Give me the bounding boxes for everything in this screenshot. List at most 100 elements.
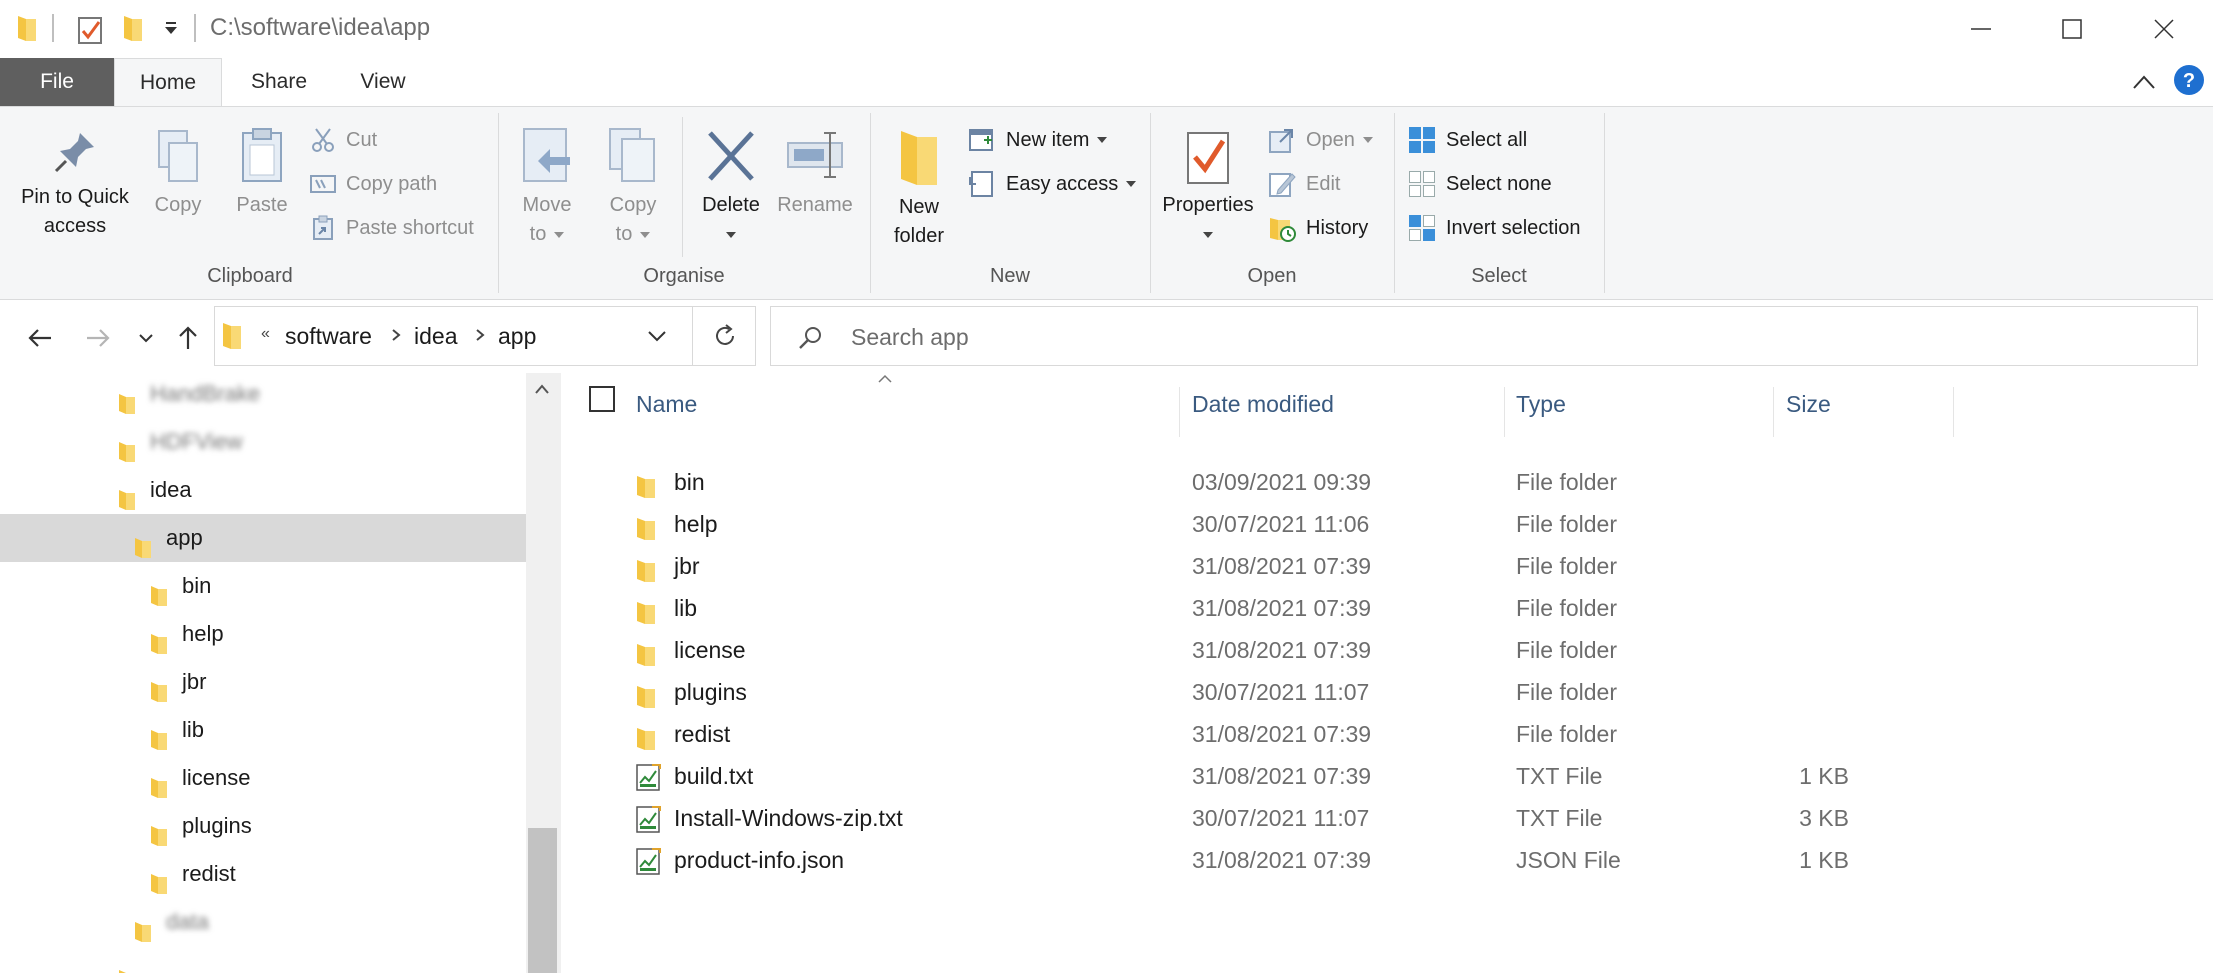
ribbon-tabs: File Home Share View ? — [0, 58, 2213, 107]
nav-scrollbar[interactable] — [526, 373, 559, 973]
delete-button[interactable]: Delete — [690, 127, 772, 249]
nav-item-hdfview[interactable]: HDFView — [0, 418, 526, 466]
new-folder-quick-icon[interactable] — [122, 14, 144, 47]
properties-button[interactable]: Properties — [1156, 127, 1260, 249]
file-row-bin[interactable]: bin 03/09/2021 09:39 File folder — [561, 461, 2213, 503]
paste-shortcut-button[interactable]: Paste shortcut — [310, 211, 474, 245]
nav-item-plugins[interactable]: plugins — [0, 802, 526, 850]
file-name[interactable]: build.txt — [674, 755, 753, 797]
minimize-button[interactable] — [1934, 0, 2028, 58]
tab-share[interactable]: Share — [232, 58, 326, 106]
forward-button[interactable] — [80, 320, 116, 356]
close-button[interactable] — [2117, 0, 2211, 58]
move-to-button[interactable]: Move to — [508, 127, 586, 249]
easy-access-button[interactable]: Easy access — [968, 167, 1137, 201]
file-row-jbr[interactable]: jbr 31/08/2021 07:39 File folder — [561, 545, 2213, 587]
file-size: 1 KB — [1799, 763, 1849, 789]
help-icon[interactable]: ? — [2173, 64, 2205, 101]
column-divider[interactable] — [1504, 387, 1505, 437]
tab-view[interactable]: View — [340, 58, 426, 106]
file-name[interactable]: license — [674, 629, 746, 671]
file-row-install-windows-zip-txt[interactable]: Install-Windows-zip.txt 30/07/2021 11:07… — [561, 797, 2213, 839]
nav-item-data[interactable]: data — [0, 898, 526, 946]
new-folder-button[interactable]: New folder — [876, 127, 962, 251]
copy-path-button[interactable]: Copy path — [310, 167, 437, 201]
column-divider[interactable] — [1773, 387, 1774, 437]
history-button[interactable]: History — [1268, 211, 1368, 245]
open-icon — [1269, 129, 1293, 153]
scroll-thumb[interactable] — [528, 828, 557, 973]
file-row-redist[interactable]: redist 31/08/2021 07:39 File folder — [561, 713, 2213, 755]
nav-item-bin[interactable]: bin — [0, 562, 526, 610]
search-placeholder[interactable]: Search app — [851, 324, 969, 351]
nav-item-lib[interactable]: lib — [0, 706, 526, 754]
pin-icon — [54, 133, 94, 173]
paste-label: Paste — [236, 194, 288, 216]
up-button[interactable] — [170, 320, 206, 356]
file-name[interactable]: redist — [674, 713, 730, 755]
refresh-button[interactable] — [692, 306, 756, 366]
copy-to-button[interactable]: Copy to — [594, 127, 672, 249]
file-name[interactable]: plugins — [674, 671, 747, 713]
column-header-date-modified[interactable]: Date modified — [1192, 388, 1334, 438]
file-name[interactable]: bin — [674, 461, 705, 503]
breadcrumb-app[interactable]: app — [498, 323, 536, 350]
breadcrumb-software[interactable]: software — [285, 323, 372, 350]
file-name[interactable]: help — [674, 503, 717, 545]
svg-text:?: ? — [2183, 70, 2195, 92]
nav-item-partial[interactable] — [0, 946, 526, 973]
column-header-name[interactable]: Name — [636, 388, 697, 438]
select-all-checkbox[interactable] — [589, 386, 615, 412]
column-divider[interactable] — [1179, 387, 1180, 437]
select-all-button[interactable]: Select all — [1408, 123, 1527, 157]
breadcrumb-idea[interactable]: idea — [414, 323, 457, 350]
file-row-license[interactable]: license 31/08/2021 07:39 File folder — [561, 629, 2213, 671]
file-row-help[interactable]: help 30/07/2021 11:06 File folder — [561, 503, 2213, 545]
file-row-product-info-json[interactable]: product-info.json 31/08/2021 07:39 JSON … — [561, 839, 2213, 881]
back-button[interactable] — [22, 320, 58, 356]
chevron-right-icon[interactable] — [391, 328, 401, 347]
file-row-lib[interactable]: lib 31/08/2021 07:39 File folder — [561, 587, 2213, 629]
overflow-chevron[interactable]: « — [261, 325, 270, 343]
scroll-up-icon[interactable] — [535, 381, 549, 399]
select-none-button[interactable]: Select none — [1408, 167, 1552, 201]
edit-button[interactable]: Edit — [1268, 167, 1340, 201]
properties-dropdown[interactable] — [1156, 220, 1260, 249]
file-name[interactable]: lib — [674, 587, 697, 629]
nav-item-help[interactable]: help — [0, 610, 526, 658]
recent-locations-button[interactable] — [128, 320, 164, 356]
address-bar[interactable]: « software idea app — [214, 306, 756, 366]
tab-file[interactable]: File — [0, 58, 114, 106]
new-item-button[interactable]: New item — [968, 123, 1108, 157]
column-divider[interactable] — [1953, 387, 1954, 437]
maximize-button[interactable] — [2025, 0, 2119, 58]
properties-quick-icon[interactable] — [78, 14, 102, 49]
customize-quick-access-icon[interactable] — [164, 22, 178, 41]
file-row-build-txt[interactable]: build.txt 31/08/2021 07:39 TXT File 1 KB — [561, 755, 2213, 797]
file-row-plugins[interactable]: plugins 30/07/2021 11:07 File folder — [561, 671, 2213, 713]
rename-button[interactable]: Rename — [772, 127, 858, 220]
nav-item-app[interactable]: app — [0, 514, 526, 562]
column-header-size[interactable]: Size — [1786, 388, 1831, 438]
column-header-type[interactable]: Type — [1516, 388, 1566, 438]
cut-button[interactable]: Cut — [310, 123, 377, 157]
file-name[interactable]: product-info.json — [674, 839, 844, 881]
delete-dropdown[interactable] — [690, 220, 772, 249]
nav-item-redist[interactable]: redist — [0, 850, 526, 898]
nav-item-handbrake[interactable]: HandBrake — [0, 373, 526, 418]
paste-button[interactable]: Paste — [224, 127, 300, 220]
address-dropdown-icon[interactable] — [647, 329, 667, 348]
nav-item-jbr[interactable]: jbr — [0, 658, 526, 706]
file-name[interactable]: jbr — [674, 545, 700, 587]
file-name[interactable]: Install-Windows-zip.txt — [674, 797, 903, 839]
pin-to-quick-access-button[interactable]: Pin to Quick access — [10, 127, 140, 241]
nav-item-idea[interactable]: idea — [0, 466, 526, 514]
tab-home[interactable]: Home — [114, 58, 222, 107]
invert-selection-button[interactable]: Invert selection — [1408, 211, 1581, 245]
copy-button[interactable]: Copy — [140, 127, 216, 220]
search-box[interactable]: Search app — [770, 306, 2198, 366]
nav-item-license[interactable]: license — [0, 754, 526, 802]
chevron-right-icon[interactable] — [475, 328, 485, 347]
open-button[interactable]: Open — [1268, 123, 1373, 157]
collapse-ribbon-icon[interactable] — [2132, 74, 2156, 95]
